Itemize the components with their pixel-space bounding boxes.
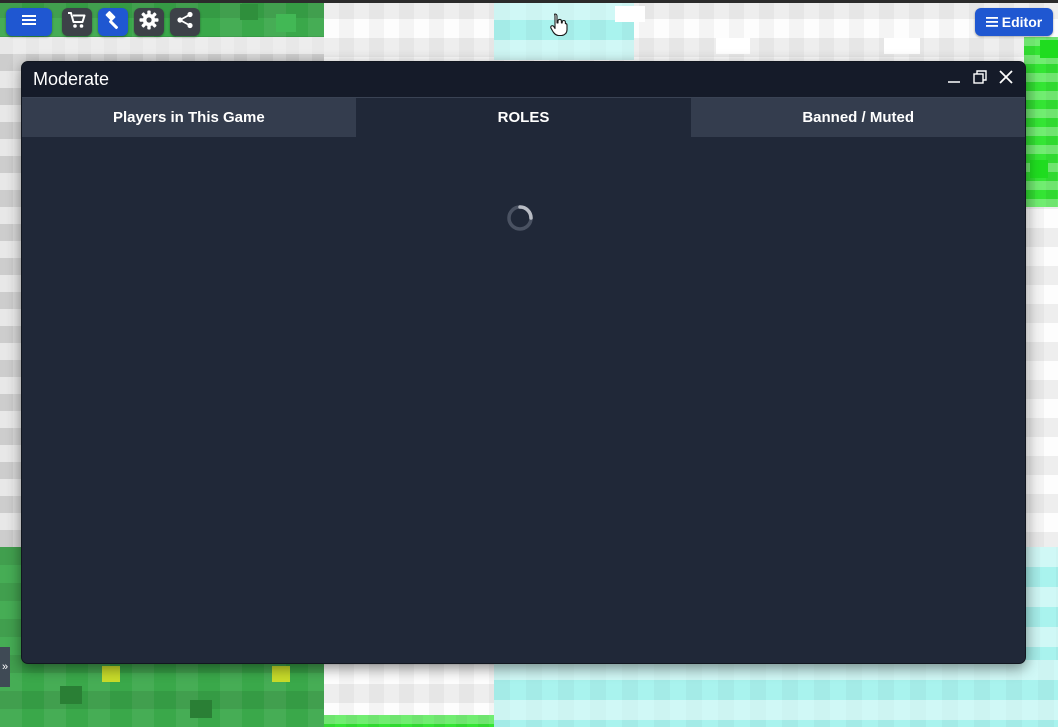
editor-button-label: Editor (1001, 14, 1043, 30)
side-panel-toggle[interactable]: » (0, 647, 10, 687)
tab-content-panel (22, 137, 1025, 662)
moderate-button[interactable] (98, 8, 128, 36)
main-menu-button[interactable] (6, 8, 52, 36)
minimize-button[interactable] (943, 69, 965, 91)
close-icon (998, 69, 1014, 90)
share-button[interactable] (170, 8, 200, 36)
hand-cursor-icon (550, 12, 568, 41)
ice-terrain (1024, 547, 1058, 660)
terrain-block (276, 14, 296, 32)
terrain-block (1040, 40, 1058, 58)
ice-terrain (494, 660, 1058, 727)
moderate-window: Moderate Players in This Game ROLES Bann… (21, 61, 1026, 664)
terrain-block (615, 6, 645, 22)
main-toolbar (6, 8, 206, 36)
expand-icon: » (1, 661, 9, 673)
gear-icon (139, 10, 159, 35)
tab-label: ROLES (497, 109, 550, 126)
terrain-block (60, 686, 82, 704)
lime-terrain (1024, 37, 1058, 207)
terrain-block (1030, 160, 1048, 178)
editor-button[interactable]: Editor (975, 8, 1053, 36)
loading-spinner-icon (505, 203, 535, 238)
tab-roles[interactable]: ROLES (356, 98, 692, 137)
share-icon (176, 11, 194, 34)
terrain-block (272, 666, 290, 682)
tab-label: Players in This Game (112, 109, 265, 126)
cart-icon (67, 11, 87, 34)
terrain-block (240, 4, 258, 20)
maximize-button[interactable] (969, 69, 991, 91)
moderate-tabs: Players in This Game ROLES Banned / Mute… (22, 98, 1025, 137)
settings-button[interactable] (134, 8, 164, 36)
close-button[interactable] (995, 69, 1017, 91)
window-titlebar[interactable]: Moderate (22, 62, 1025, 98)
window-controls (939, 62, 1017, 97)
terrain-block (190, 700, 212, 718)
top-border (0, 0, 1058, 3)
window-title: Moderate (33, 69, 110, 89)
terrain-block (102, 666, 120, 682)
menu-icon (985, 17, 998, 27)
maximize-icon (972, 69, 988, 90)
minimize-icon (946, 69, 962, 90)
menu-icon (22, 13, 36, 31)
terrain-block (716, 38, 750, 54)
tab-players-in-this-game[interactable]: Players in This Game (22, 98, 357, 137)
tab-banned-muted[interactable]: Banned / Muted (691, 98, 1025, 137)
tab-label: Banned / Muted (802, 109, 915, 126)
lime-terrain (324, 715, 494, 727)
terrain-block (884, 38, 920, 54)
hammer-icon (103, 10, 123, 35)
shop-button[interactable] (62, 8, 92, 36)
